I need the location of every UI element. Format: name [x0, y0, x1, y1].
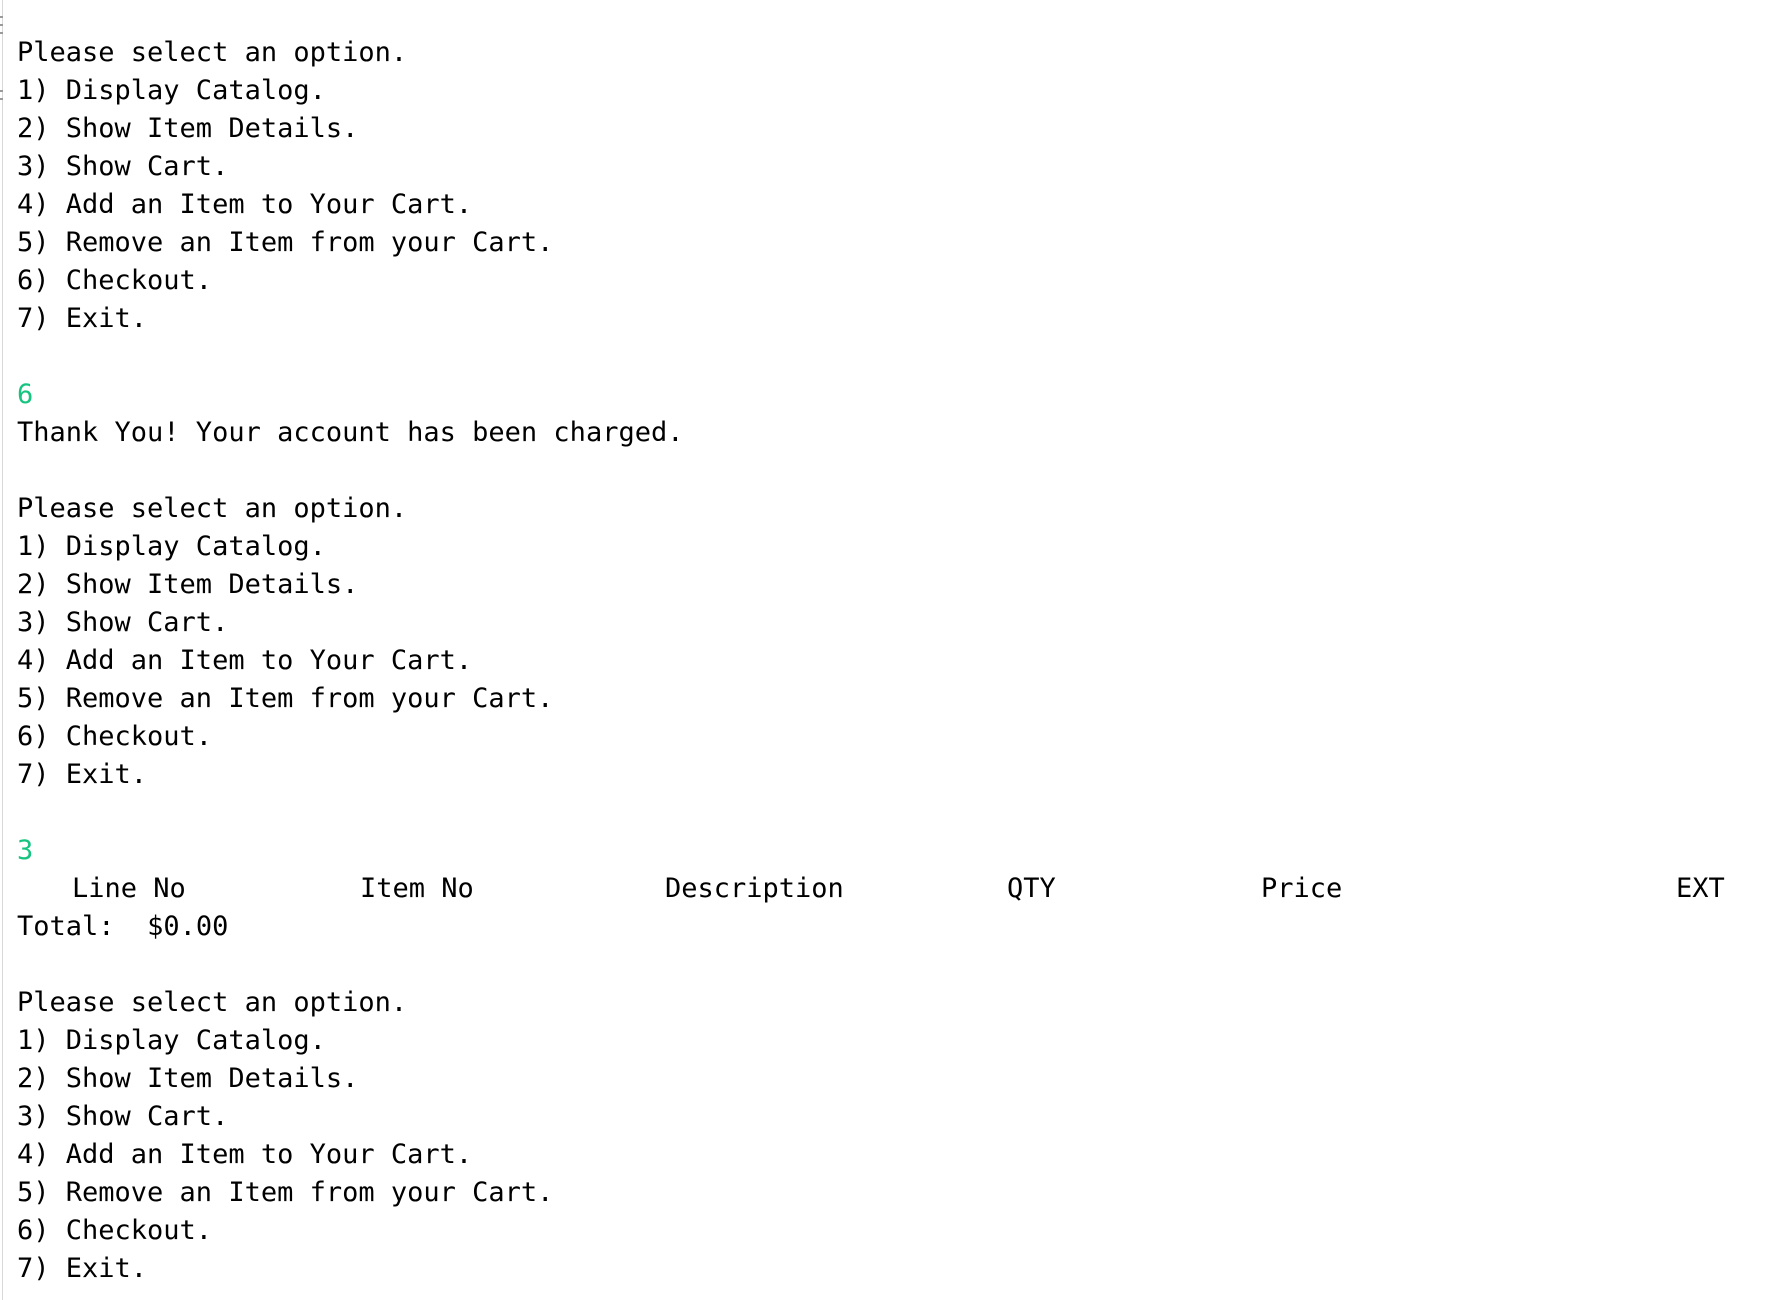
- menu-option: 7) Exit.: [17, 303, 148, 334]
- menu-option: 7) Exit.: [17, 1253, 148, 1284]
- menu-option: 3) Show Cart.: [17, 151, 229, 182]
- menu-option: 3) Show Cart.: [17, 1101, 229, 1132]
- cart-total-line: Total: $0.00: [17, 908, 1772, 946]
- total-value: $0.00: [147, 911, 229, 942]
- menu-option: 2) Show Item Details.: [17, 113, 359, 144]
- menu-block: Please select an option. 1) Display Cata…: [17, 984, 1772, 1288]
- menu-block: Please select an option. 1) Display Cata…: [17, 490, 1772, 794]
- header-price: Price: [1261, 873, 1343, 904]
- gutter-marker: [0, 16, 3, 18]
- checkout-message: Thank You! Your account has been charged…: [17, 417, 684, 448]
- menu-option: 6) Checkout.: [17, 721, 213, 752]
- menu-option: 2) Show Item Details.: [17, 1063, 359, 1094]
- menu-prompt: Please select an option.: [17, 987, 408, 1018]
- menu-option: 2) Show Item Details.: [17, 569, 359, 600]
- menu-option: 4) Add an Item to Your Cart.: [17, 189, 473, 220]
- menu-option: 5) Remove an Item from your Cart.: [17, 227, 554, 258]
- menu-prompt: Please select an option.: [17, 37, 408, 68]
- menu-option: 6) Checkout.: [17, 1215, 213, 1246]
- menu-option: 5) Remove an Item from your Cart.: [17, 1177, 554, 1208]
- gutter-marker: [0, 90, 3, 92]
- menu-option: 1) Display Catalog.: [17, 75, 326, 106]
- editor-gutter: [0, 0, 3, 1300]
- user-input-line: 3: [17, 835, 34, 866]
- header-description: Description: [665, 873, 844, 904]
- cart-table-header: Line No Item No Description QTY Price EX…: [17, 870, 1772, 908]
- header-ext: EXT: [1676, 873, 1725, 904]
- user-input-line: 6: [17, 379, 34, 410]
- menu-option: 7) Exit.: [17, 759, 148, 790]
- menu-option: 3) Show Cart.: [17, 607, 229, 638]
- menu-option: 6) Checkout.: [17, 265, 213, 296]
- gutter-marker: [0, 24, 3, 26]
- console-output[interactable]: Please select an option. 1) Display Cata…: [17, 34, 1772, 1288]
- menu-option: 1) Display Catalog.: [17, 1025, 326, 1056]
- header-qty: QTY: [1007, 873, 1056, 904]
- menu-prompt: Please select an option.: [17, 493, 408, 524]
- total-label: Total:: [17, 911, 115, 942]
- menu-block: Please select an option. 1) Display Cata…: [17, 34, 1772, 338]
- gutter-marker: [0, 98, 3, 100]
- header-line-no: Line No: [72, 873, 186, 904]
- menu-option: 5) Remove an Item from your Cart.: [17, 683, 554, 714]
- menu-option: 4) Add an Item to Your Cart.: [17, 1139, 473, 1170]
- header-item-no: Item No: [360, 873, 474, 904]
- menu-option: 4) Add an Item to Your Cart.: [17, 645, 473, 676]
- gutter-marker: [0, 32, 3, 34]
- menu-option: 1) Display Catalog.: [17, 531, 326, 562]
